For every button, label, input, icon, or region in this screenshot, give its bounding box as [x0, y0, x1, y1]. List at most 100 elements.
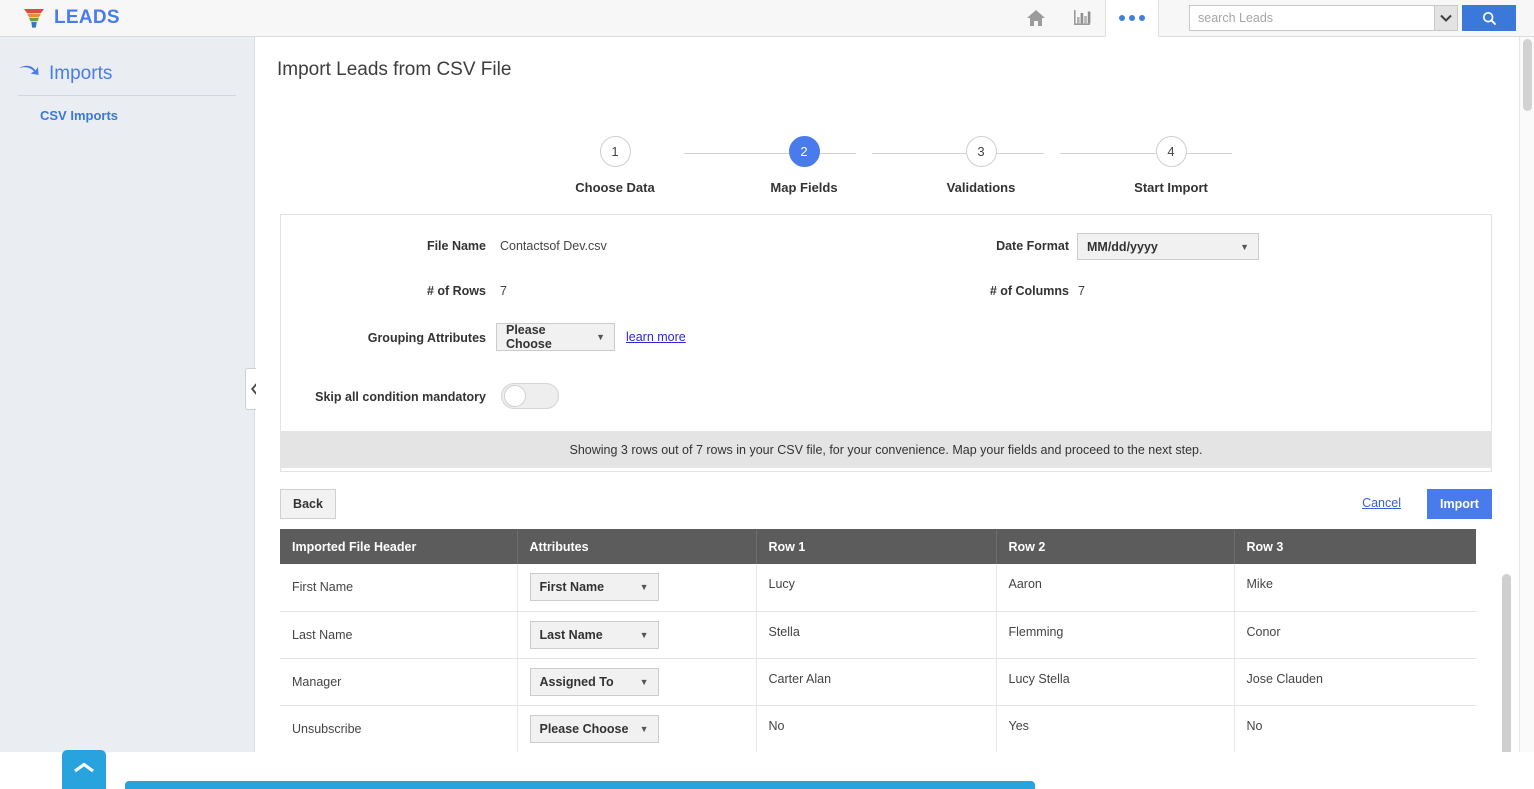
attribute-dropdown[interactable]: Last Name ▼ [529, 620, 659, 649]
step-connector [872, 153, 1044, 154]
grouping-attributes-dropdown[interactable]: Please Choose ▼ [496, 323, 615, 351]
page-scrollbar[interactable] [1519, 37, 1534, 752]
table-row: Last Name Last Name ▼ Stella Flemming Co… [280, 611, 1476, 659]
cell-imported-header: First Name [280, 564, 518, 612]
rows-label: # of Rows [426, 284, 486, 298]
table-row: Unsubscribe Please Choose ▼ No Yes No [280, 705, 1476, 752]
cell-attribute: First Name ▼ [517, 564, 757, 612]
bar-chart-icon[interactable] [1059, 0, 1105, 37]
cell-imported-header: Manager [280, 658, 518, 706]
step-connector [1060, 153, 1232, 154]
dot [1129, 15, 1135, 21]
cell-row-3: Jose Clauden [1234, 658, 1476, 706]
columns-label: # of Columns [989, 284, 1069, 298]
step-connector [684, 153, 856, 154]
date-format-label: Date Format [996, 239, 1069, 253]
table-row: First Name First Name ▼ Lucy Aaron Mike [280, 564, 1476, 612]
stepper: 1 Choose Data 2 Map Fields 3 Validations… [256, 101, 1519, 195]
field-mapping-table: Imported File Header Attributes Row 1 Ro… [280, 529, 1476, 752]
cell-row-1: No [756, 705, 997, 752]
step-4-circle: 4 [1155, 136, 1187, 167]
scroll-to-top-button[interactable] [62, 750, 106, 789]
sidebar-divider [18, 95, 236, 96]
date-format-value: MM/dd/yyyy [1087, 239, 1158, 254]
caret-down-icon: ▼ [639, 676, 649, 687]
top-right-toolbar [1013, 0, 1534, 37]
home-icon[interactable] [1013, 0, 1059, 37]
sidebar-title: Imports [49, 63, 113, 84]
action-bar: Back Cancel Import [280, 489, 1492, 519]
search-button[interactable] [1462, 5, 1516, 31]
cell-row-3: No [1234, 705, 1476, 752]
dot [1139, 15, 1145, 21]
back-button[interactable]: Back [280, 489, 336, 519]
caret-down-icon: ▼ [596, 332, 605, 342]
rows-value: 7 [500, 284, 507, 298]
cell-imported-header: Last Name [280, 611, 518, 659]
attribute-dropdown[interactable]: Assigned To ▼ [529, 667, 659, 696]
table-scrollbar-thumb[interactable] [1502, 574, 1511, 752]
caret-down-icon: ▼ [1240, 241, 1249, 252]
more-dots-icon[interactable] [1105, 0, 1159, 37]
brand-name: LEADS [54, 7, 120, 28]
bottom-accent-bar [125, 781, 1035, 789]
step-2[interactable]: 2 Map Fields [734, 136, 874, 195]
field-mapping-table-wrapper: Imported File Header Attributes Row 1 Ro… [280, 529, 1492, 752]
file-name-value: Contactsof Dev.csv [500, 239, 607, 253]
funnel-icon [22, 6, 46, 30]
cell-row-2: Lucy Stella [996, 658, 1235, 706]
caret-down-icon: ▼ [639, 629, 649, 640]
step-4[interactable]: 4 Start Import [1101, 136, 1241, 195]
sidebar: Imports CSV Imports [0, 37, 1035, 789]
columns-value: 7 [1078, 284, 1085, 298]
learn-more-link[interactable]: learn more [626, 330, 686, 344]
cell-row-1: Lucy [756, 564, 997, 612]
cell-row-3: Conor [1234, 611, 1476, 659]
step-1-label: Choose Data [575, 180, 655, 195]
search-area [1189, 5, 1516, 31]
step-3-label: Validations [946, 180, 1016, 195]
table-header-row: Imported File Header Attributes Row 1 Ro… [280, 529, 1476, 564]
cell-row-2: Aaron [996, 564, 1235, 612]
step-1[interactable]: 1 Choose Data [545, 136, 685, 195]
sidebar-item-csv-imports[interactable]: CSV Imports [40, 108, 254, 123]
step-3[interactable]: 3 Validations [911, 136, 1051, 195]
attribute-dropdown[interactable]: Please Choose ▼ [529, 714, 659, 743]
step-3-circle: 3 [965, 136, 997, 167]
attribute-value: Last Name [539, 627, 603, 642]
caret-down-icon: ▼ [639, 582, 649, 593]
skip-condition-label: Skip all condition mandatory [315, 390, 486, 404]
brand-logo[interactable]: LEADS [22, 6, 120, 30]
page-scrollbar-thumb[interactable] [1523, 39, 1532, 111]
cell-row-2: Yes [996, 705, 1235, 752]
col-imported-file-header: Imported File Header [280, 529, 518, 564]
cell-row-1: Carter Alan [756, 658, 997, 706]
table-row: Manager Assigned To ▼ Carter Alan Lucy S… [280, 658, 1476, 706]
table-scrollbar[interactable] [1502, 574, 1511, 752]
step-1-circle: 1 [599, 136, 631, 167]
step-4-label: Start Import [1134, 180, 1208, 195]
col-row-3: Row 3 [1234, 529, 1476, 564]
main-content: Import Leads from CSV File 1 Choose Data… [256, 37, 1519, 752]
attribute-value: First Name [539, 580, 605, 595]
table-body: First Name First Name ▼ Lucy Aaron Mike … [280, 564, 1476, 752]
attribute-dropdown[interactable]: First Name ▼ [529, 573, 659, 602]
col-attributes: Attributes [517, 529, 757, 564]
cell-attribute: Last Name ▼ [517, 611, 757, 659]
skip-condition-toggle[interactable] [501, 383, 559, 409]
date-format-dropdown[interactable]: MM/dd/yyyy ▼ [1077, 233, 1259, 260]
col-row-1: Row 1 [756, 529, 997, 564]
cell-imported-header: Unsubscribe [280, 705, 518, 752]
sidebar-header: Imports [0, 37, 254, 85]
cancel-link[interactable]: Cancel [1362, 496, 1401, 510]
col-row-2: Row 2 [996, 529, 1235, 564]
search-input[interactable] [1189, 5, 1434, 31]
chevron-down-icon[interactable] [1434, 5, 1458, 31]
caret-down-icon: ▼ [639, 723, 649, 734]
info-banner: Showing 3 rows out of 7 rows in your CSV… [280, 431, 1492, 468]
chevron-up-icon [74, 762, 94, 773]
cell-row-3: Mike [1234, 564, 1476, 612]
step-2-circle: 2 [788, 136, 820, 167]
import-arrow-icon [18, 64, 40, 85]
import-button[interactable]: Import [1427, 489, 1492, 519]
